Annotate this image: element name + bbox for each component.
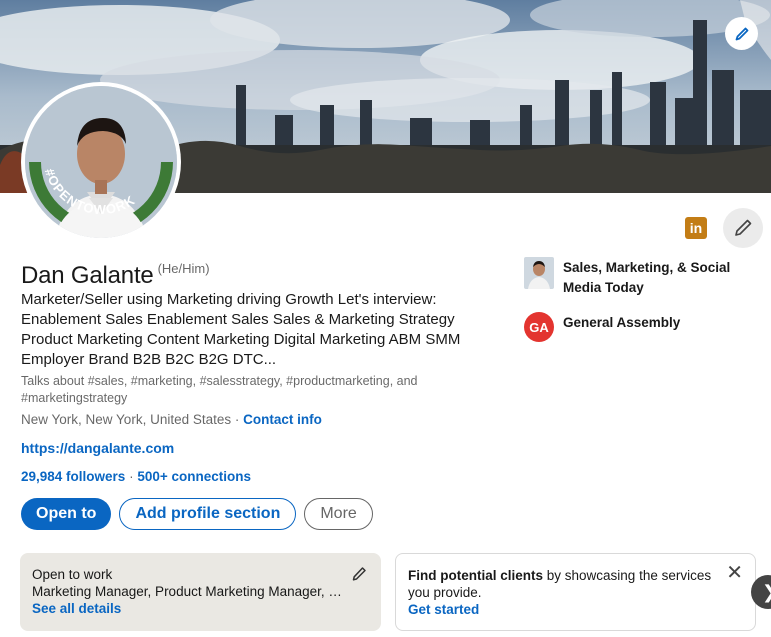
separator: · (125, 469, 138, 484)
contact-info-link[interactable]: Contact info (243, 412, 322, 427)
talks-about: Talks about #sales, #marketing, #salesst… (21, 374, 418, 405)
org-item[interactable]: Sales, Marketing, & Social Media Today (524, 257, 754, 298)
experience-education-list: Sales, Marketing, & Social Media Today G… (524, 257, 754, 358)
card-title-bold: Find potential clients (408, 568, 544, 583)
pencil-icon (352, 567, 366, 581)
profile-headline: Marketer/Seller using Marketing driving … (21, 291, 461, 368)
add-profile-section-button[interactable]: Add profile section (119, 498, 297, 530)
more-button[interactable]: More (304, 498, 373, 530)
location-row: New York, New York, United States · Cont… (21, 412, 322, 427)
pencil-icon (735, 219, 752, 236)
ga-logo-icon: GA (524, 312, 554, 344)
card-title: Open to work (32, 567, 113, 582)
followers-link[interactable]: 29,984 followers (21, 469, 125, 484)
pencil-icon (735, 27, 748, 40)
get-started-link[interactable]: Get started (408, 601, 743, 618)
person-photo-icon (524, 257, 554, 289)
org-name: Sales, Marketing, & Social Media Today (563, 260, 731, 295)
top-actions: in (685, 208, 763, 248)
open-to-button[interactable]: Open to (21, 498, 112, 530)
card-text: Find potential clients by showcasing the… (408, 567, 718, 601)
avatar: #OPENTOWORK (25, 86, 177, 238)
name-row: Dan Galante (He/Him) (21, 261, 210, 290)
profile-name: Dan Galante (21, 262, 154, 289)
card-body: Marketing Manager, Product Marketing Man… (32, 584, 344, 599)
edit-intro-button[interactable] (723, 208, 763, 248)
separator: · (231, 412, 244, 427)
pronouns: (He/Him) (157, 261, 210, 276)
website-row: https://dangalante.com (21, 440, 174, 456)
find-clients-card: Find potential clients by showcasing the… (395, 553, 756, 631)
ga-logo-text: GA (524, 312, 554, 342)
connections-link[interactable]: 500+ connections (137, 469, 251, 484)
edit-open-to-work-button[interactable] (351, 566, 367, 586)
profile-actions: Open to Add profile section More (21, 498, 373, 530)
website-link[interactable]: https://dangalante.com (21, 440, 174, 456)
linkedin-premium-icon[interactable]: in (685, 217, 707, 239)
org-name: General Assembly (563, 315, 681, 330)
network-stats: 29,984 followers · 500+ connections (21, 469, 251, 484)
close-icon[interactable]: ✕ (726, 563, 743, 583)
location-text: New York, New York, United States (21, 412, 232, 427)
open-to-work-card[interactable]: Open to work Marketing Manager, Product … (20, 553, 381, 631)
org-item[interactable]: GA General Assembly (524, 312, 754, 344)
see-all-details-link[interactable]: See all details (32, 600, 369, 617)
edit-banner-button[interactable] (725, 17, 758, 50)
profile-photo[interactable]: #OPENTOWORK (21, 82, 181, 242)
